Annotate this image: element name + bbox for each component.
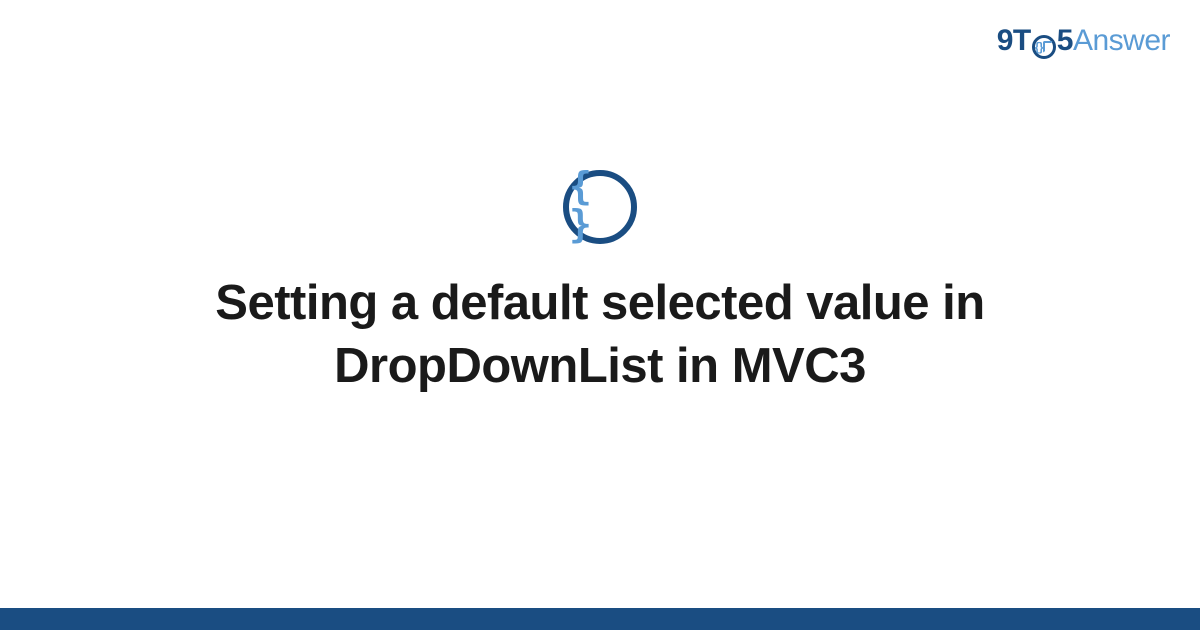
main-content: { } Setting a default selected value in …: [0, 0, 1200, 608]
footer-accent-bar: [0, 608, 1200, 630]
page-title: Setting a default selected value in Drop…: [90, 272, 1110, 397]
code-braces-icon: { }: [569, 167, 631, 243]
topic-icon-circle: { }: [563, 170, 637, 244]
